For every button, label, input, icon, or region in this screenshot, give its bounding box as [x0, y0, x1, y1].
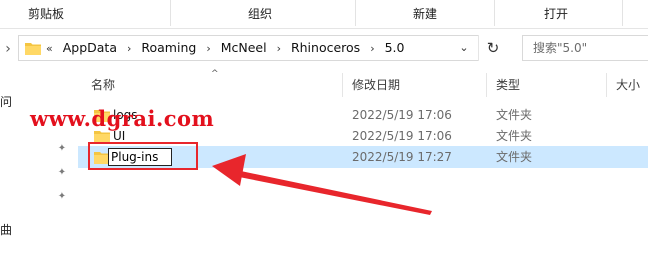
watermark: www.dgrai.com	[30, 106, 215, 131]
